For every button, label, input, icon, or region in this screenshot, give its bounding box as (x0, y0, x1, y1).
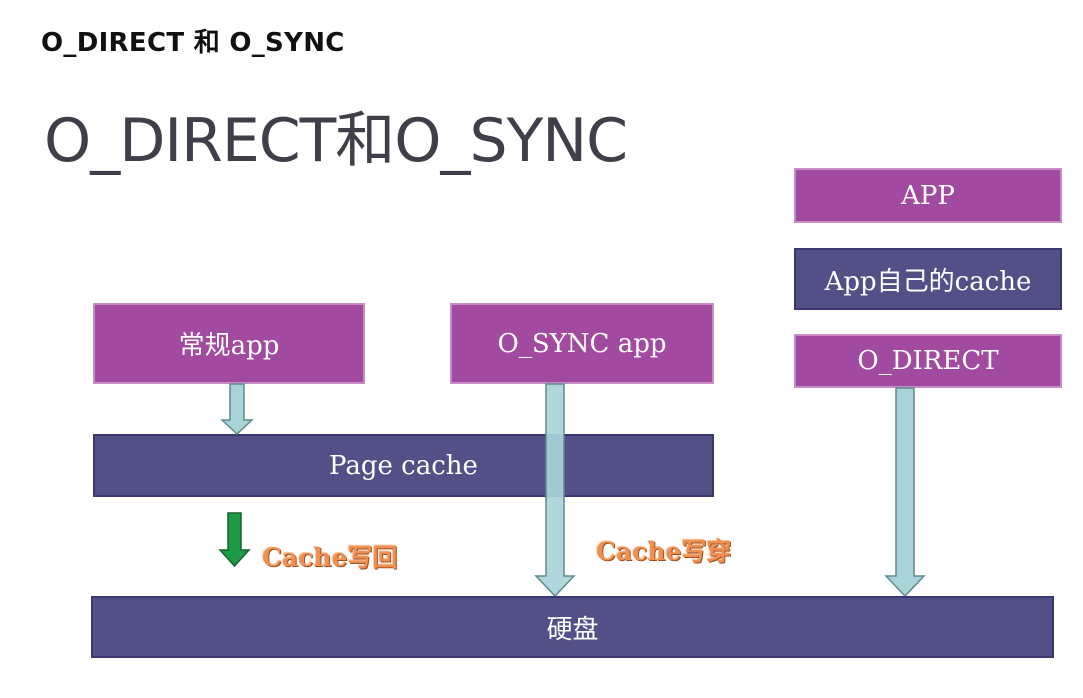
arrow-write-back (218, 512, 251, 568)
write-back-note: Cache写回 (262, 543, 398, 572)
arrow-o-direct-to-disk (884, 387, 926, 598)
arrow-o-sync-to-disk (534, 383, 576, 598)
disk-box: 硬盘 (91, 596, 1054, 658)
arrow-normal-app-to-page-cache (220, 383, 254, 436)
arrows-layer (218, 383, 926, 598)
write-through-note: Cache写穿 (596, 537, 732, 566)
disk-box-label: 硬盘 (546, 614, 599, 645)
